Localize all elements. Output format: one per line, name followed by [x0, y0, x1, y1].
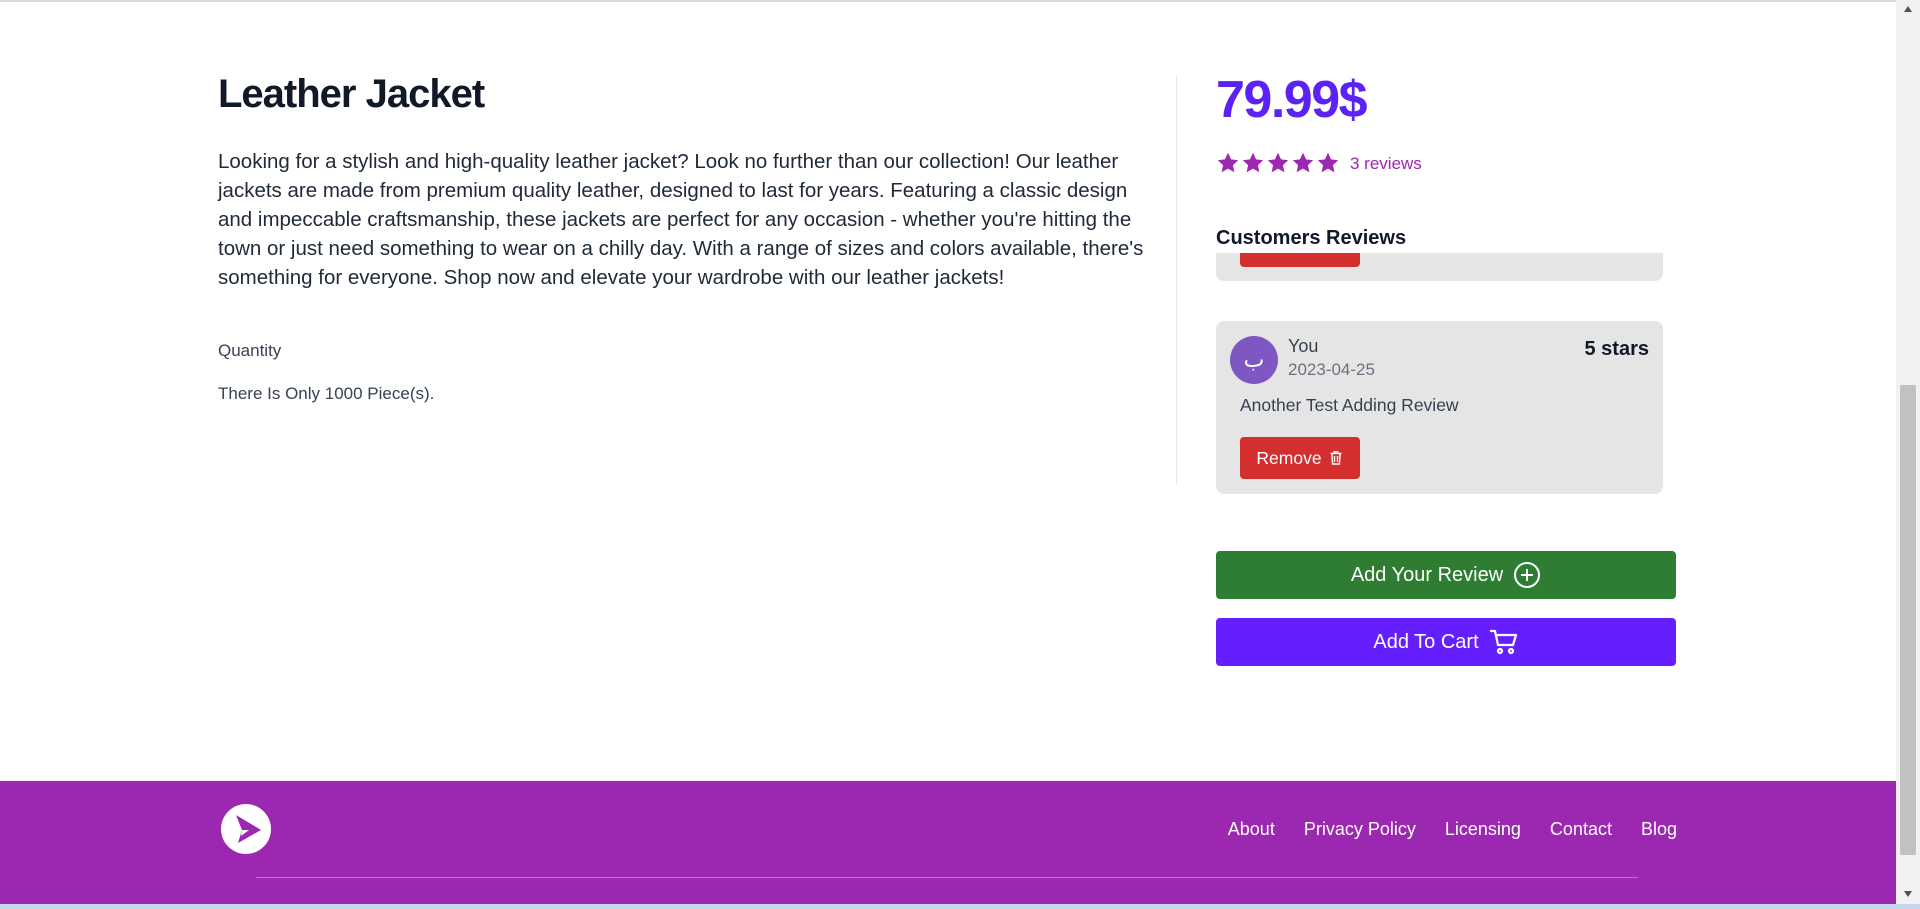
scrollbar-thumb[interactable]	[1900, 385, 1916, 855]
plus-circle-icon	[1514, 562, 1541, 588]
product-price: 79.99$	[1216, 71, 1368, 129]
scroll-down-arrow-icon[interactable]	[1896, 885, 1920, 903]
footer-link-blog[interactable]: Blog	[1641, 819, 1677, 840]
cart-icon	[1489, 629, 1517, 655]
star-rating	[1216, 151, 1340, 175]
reviews-count-link[interactable]: 3 reviews	[1350, 154, 1422, 174]
remove-review-button[interactable]: Remove	[1240, 437, 1360, 479]
reviews-heading: Customers Reviews	[1216, 227, 1407, 249]
avatar: ب	[1230, 336, 1278, 384]
review-card: ب You 2023-04-25 5 stars Another Test Ad…	[1216, 321, 1663, 494]
star-icon	[1267, 152, 1289, 173]
review-author: You	[1288, 336, 1319, 356]
site-logo[interactable]	[221, 804, 271, 854]
star-icon	[1292, 152, 1314, 173]
footer-link-privacy-policy[interactable]: Privacy Policy	[1304, 819, 1416, 840]
review-card-partial	[1216, 253, 1663, 281]
footer-divider	[256, 877, 1638, 878]
stock-text: There Is Only 1000 Piece(s).	[218, 384, 435, 403]
footer-nav: About Privacy Policy Licensing Contact B…	[1228, 819, 1677, 840]
top-border	[0, 0, 1896, 2]
footer-link-about[interactable]: About	[1228, 819, 1275, 840]
reviews-list[interactable]: ب You 2023-04-25 5 stars Another Test Ad…	[1216, 253, 1664, 503]
footer-link-licensing[interactable]: Licensing	[1445, 819, 1521, 840]
review-rating: 5 stars	[1584, 338, 1650, 360]
scroll-up-arrow-icon[interactable]	[1896, 0, 1920, 18]
review-date: 2023-04-25	[1288, 360, 1375, 379]
add-to-cart-button[interactable]: Add To Cart	[1216, 618, 1676, 666]
add-review-button[interactable]: Add Your Review	[1216, 551, 1676, 599]
remove-review-button-partial[interactable]	[1240, 253, 1360, 267]
review-text: Another Test Adding Review	[1240, 395, 1459, 415]
vertical-scrollbar[interactable]	[1896, 0, 1920, 904]
star-icon	[1242, 152, 1264, 173]
trash-icon	[1330, 451, 1342, 465]
product-title: Leather Jacket	[218, 72, 485, 116]
star-icon	[1217, 152, 1239, 173]
remove-button-label: Remove	[1256, 447, 1322, 468]
column-divider	[1176, 76, 1177, 484]
star-icon	[1317, 152, 1339, 173]
bottom-edge	[0, 904, 1920, 909]
add-to-cart-label: Add To Cart	[1373, 630, 1479, 653]
add-review-label: Add Your Review	[1350, 563, 1504, 586]
footer-link-contact[interactable]: Contact	[1550, 819, 1612, 840]
play-logo-icon	[236, 815, 261, 843]
product-description: Looking for a stylish and high-quality l…	[218, 150, 1144, 289]
quantity-label: Quantity	[218, 341, 282, 360]
product-page: Leather Jacket Looking for a stylish and…	[0, 0, 1896, 909]
site-footer: About Privacy Policy Licensing Contact B…	[0, 781, 1896, 909]
